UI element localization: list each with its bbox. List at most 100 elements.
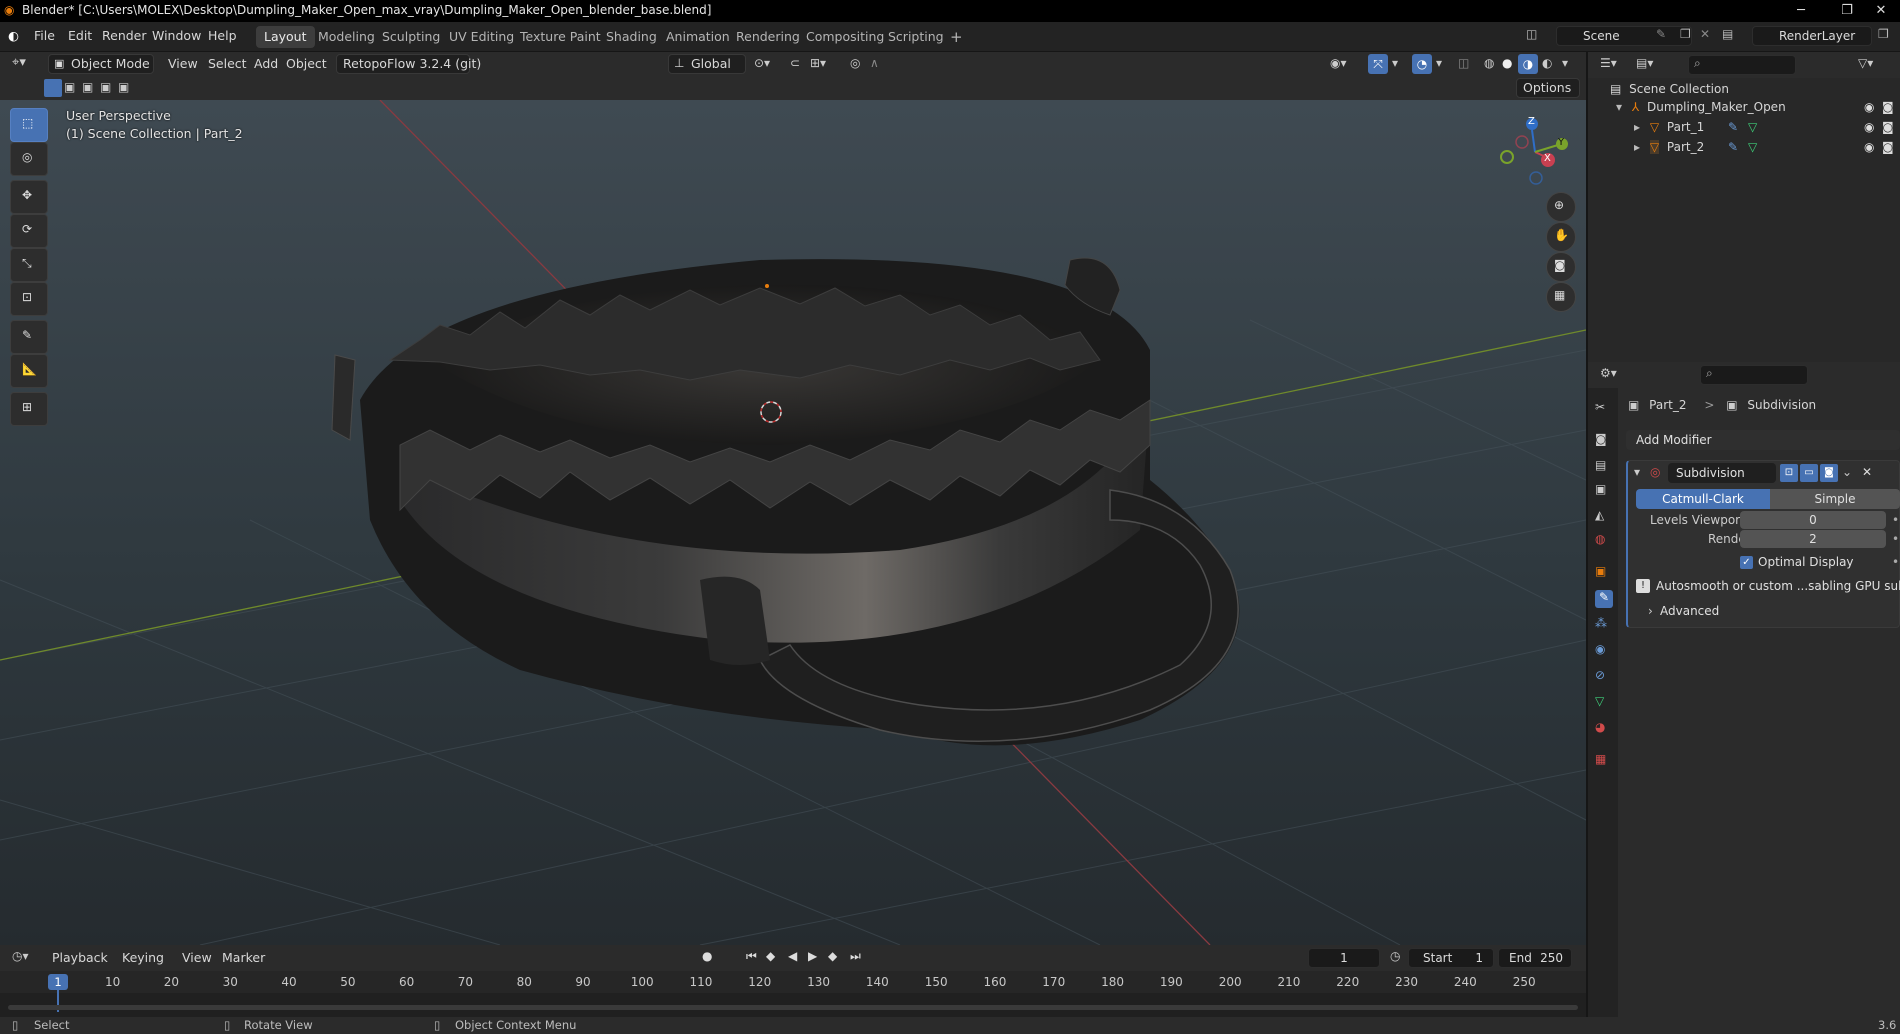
marker-menu[interactable]: Marker [216, 948, 271, 968]
snap-icon[interactable]: ⊂ [790, 56, 800, 70]
measure-tool[interactable]: 📐 [10, 354, 48, 388]
xray-icon[interactable]: ◫ [1458, 56, 1469, 70]
material-tab-icon[interactable]: ◕ [1595, 720, 1613, 738]
snap-target-icon[interactable]: ⊞▾ [810, 56, 826, 70]
menu-view[interactable]: View [162, 54, 204, 74]
outliner-item-part2[interactable]: ▸ ▽ Part_2 ✎ ▽ ◉ ◙ [1634, 140, 1900, 154]
modifier-wrench-icon[interactable]: ✎ [1728, 120, 1738, 134]
render-camera-icon[interactable]: ◙ [1882, 140, 1894, 154]
scene-collection-row[interactable]: ▤ Scene Collection [1610, 82, 1729, 96]
workspace-tab-scripting[interactable]: Scripting [880, 26, 952, 48]
modifier-name-field[interactable]: Subdivision [1668, 463, 1776, 483]
optimal-display-checkbox[interactable]: ✓ [1740, 556, 1753, 569]
select-extend-icon[interactable]: ▣ [64, 80, 75, 94]
options-dropdown[interactable]: Options [1516, 78, 1580, 98]
workspace-tab-layout[interactable]: Layout [256, 26, 315, 48]
retopoflow-dropdown[interactable]: RetopoFlow 3.2.4 (git) [336, 54, 481, 74]
render-toggle-icon[interactable]: ◙ [1820, 464, 1838, 482]
ortho-toggle-button[interactable]: ▦ [1546, 282, 1576, 312]
viewport-toggle-icon[interactable]: ▭ [1800, 464, 1818, 482]
properties-search-input[interactable] [1700, 365, 1808, 385]
proportional-edit-icon[interactable]: ◎ [850, 56, 860, 70]
preview-range-icon[interactable]: ◷ [1390, 949, 1400, 963]
pin-icon[interactable]: ✎ [1656, 27, 1666, 41]
add-workspace-button[interactable]: + [942, 26, 971, 48]
timeline-scrollbar[interactable] [8, 1005, 1578, 1010]
select-difference-icon[interactable]: ▣ [100, 80, 111, 94]
constraints-tab-icon[interactable]: ⊘ [1595, 668, 1613, 686]
outliner-editor-icon[interactable]: ☰▾ [1600, 56, 1617, 70]
minimize-button[interactable]: ─ [1778, 0, 1824, 22]
visibility-eye-icon[interactable]: ◉ [1864, 120, 1874, 134]
new-view-layer-icon[interactable]: ❐ [1878, 27, 1889, 41]
menu-select[interactable]: Select [202, 54, 253, 74]
select-box-tool[interactable]: ⬚ [10, 108, 48, 142]
pivot-point-icon[interactable]: ⊙▾ [754, 56, 770, 70]
play-icon[interactable]: ▶ [808, 949, 817, 963]
end-frame-field[interactable]: End 250 [1498, 948, 1572, 968]
render-layer-selector[interactable]: RenderLayer [1752, 26, 1872, 46]
jump-end-icon[interactable]: ⏭ [850, 949, 861, 964]
filter-icon[interactable]: ▽▾ [1858, 56, 1873, 70]
collapse-arrow-icon[interactable]: ▾ [1616, 100, 1622, 114]
mesh-data-icon[interactable]: ▽ [1748, 140, 1757, 154]
timeline-editor-icon[interactable]: ◷▾ [12, 949, 29, 963]
blender-menu-icon[interactable]: ◐ [8, 28, 19, 43]
current-frame-field[interactable]: 1 [1308, 948, 1380, 968]
rotate-tool[interactable]: ⟳ [10, 214, 48, 248]
prev-keyframe-icon[interactable]: ◆ [766, 949, 775, 963]
outliner-item-dumpling[interactable]: ▾ ⅄ Dumpling_Maker_Open ◉ ◙ [1616, 100, 1900, 114]
gizmo-x-label[interactable]: X [1544, 153, 1551, 164]
render-camera-icon[interactable]: ◙ [1882, 120, 1894, 134]
world-tab-icon[interactable]: ◍ [1595, 532, 1613, 550]
move-tool[interactable]: ✥ [10, 180, 48, 214]
gizmo-toggle-icon[interactable]: ⤧ [1368, 54, 1388, 74]
modifier-tab-icon[interactable]: ✎ [1595, 590, 1613, 608]
workspace-tab-uv-editing[interactable]: UV Editing [441, 26, 522, 48]
expand-arrow-icon[interactable]: ▸ [1634, 140, 1640, 154]
edit-mode-toggle-icon[interactable]: ⊡ [1780, 464, 1798, 482]
visibility-eye-icon[interactable]: ◉ [1864, 140, 1874, 154]
visibility-eye-icon[interactable]: ◉ [1864, 100, 1874, 114]
workspace-tab-texture-paint[interactable]: Texture Paint [512, 26, 609, 48]
catmull-clark-toggle[interactable]: Catmull-Clark [1636, 489, 1770, 509]
workspace-tab-rendering[interactable]: Rendering [728, 26, 808, 48]
workspace-tab-compositing[interactable]: Compositing [798, 26, 892, 48]
rendered-shading-icon[interactable]: ◐ [1542, 56, 1552, 70]
physics-tab-icon[interactable]: ◉ [1595, 642, 1613, 660]
properties-editor-icon[interactable]: ⚙▾ [1600, 366, 1617, 380]
shading-dropdown-icon[interactable]: ▾ [1562, 56, 1568, 70]
transform-tool[interactable]: ⊡ [10, 282, 48, 316]
gizmo-dropdown-icon[interactable]: ▾ [1392, 56, 1398, 70]
solid-shading-icon[interactable]: ● [1502, 56, 1512, 70]
menu-add[interactable]: Add [248, 54, 284, 74]
new-scene-icon[interactable]: ❐ [1680, 27, 1691, 41]
menu-render[interactable]: Render [102, 28, 147, 43]
delete-scene-icon[interactable]: ✕ [1700, 27, 1710, 41]
modifier-dropdown-icon[interactable]: ⌄ [1842, 465, 1852, 479]
select-subtract-icon[interactable]: ▣ [82, 80, 93, 94]
select-new-icon[interactable] [44, 79, 62, 97]
cursor-tool[interactable]: ◎ [10, 142, 48, 176]
menu-object[interactable]: Object [280, 54, 333, 74]
scene-selector[interactable]: Scene [1556, 26, 1692, 46]
gizmo-z-label[interactable]: Z [1528, 116, 1535, 127]
collapse-arrow-icon[interactable]: ▾ [1634, 465, 1640, 479]
modifier-wrench-icon[interactable]: ✎ [1728, 140, 1738, 154]
keyframe-dot-icon[interactable]: • [1892, 555, 1899, 569]
keying-menu[interactable]: Keying [116, 948, 170, 968]
workspace-tab-shading[interactable]: Shading [598, 26, 665, 48]
output-tab-icon[interactable]: ▤ [1595, 458, 1613, 476]
render-levels-field[interactable]: 2 [1740, 530, 1886, 548]
workspace-tab-modeling[interactable]: Modeling [310, 26, 383, 48]
next-keyframe-icon[interactable]: ◆ [828, 949, 837, 963]
start-frame-field[interactable]: Start 1 [1408, 948, 1494, 968]
render-camera-icon[interactable]: ◙ [1882, 100, 1894, 114]
menu-edit[interactable]: Edit [68, 28, 92, 43]
scale-tool[interactable]: ⤡ [10, 248, 48, 282]
view-layer-tab-icon[interactable]: ▣ [1595, 482, 1613, 500]
falloff-icon[interactable]: ∧ [870, 56, 879, 70]
menu-window[interactable]: Window [152, 28, 201, 43]
overlay-toggle-icon[interactable]: ◔ [1412, 54, 1432, 74]
add-modifier-button[interactable]: Add Modifier [1626, 430, 1900, 450]
